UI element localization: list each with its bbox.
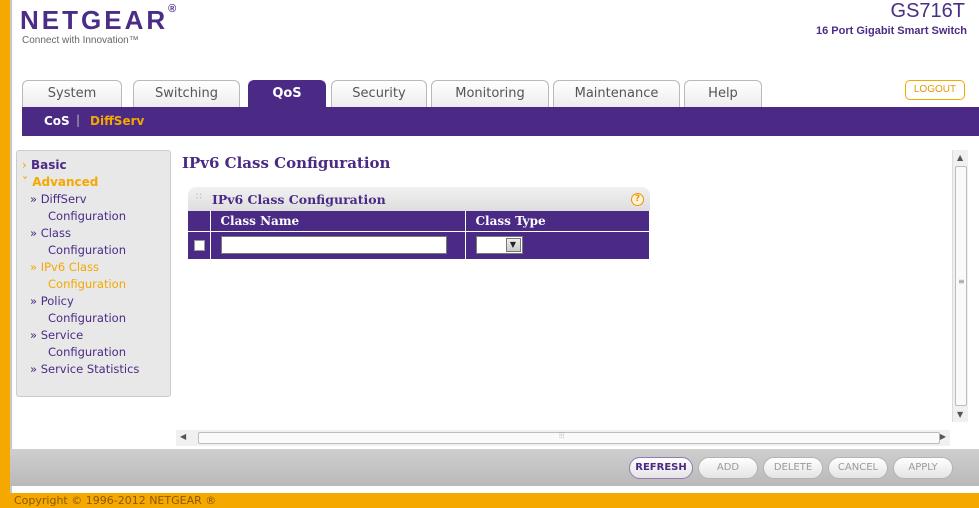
table-row: ▼ (188, 230, 650, 259)
page-title: IPv6 Class Configuration (182, 154, 391, 172)
menu-class-configuration[interactable]: » Class Configuration (22, 225, 170, 259)
horizontal-scrollbar[interactable]: ◀ ⦙⦙⦙ ▶ (176, 430, 950, 446)
help-icon[interactable]: ? (631, 193, 644, 206)
model-name: GS716T (890, 0, 965, 22)
menu-advanced[interactable]: ˅ Advanced (22, 174, 170, 191)
subnav-separator: | (76, 113, 81, 127)
panel-title: IPv6 Class Configuration (212, 192, 386, 207)
scroll-up-icon[interactable]: ▲ (957, 153, 963, 162)
tab-monitoring[interactable]: Monitoring (431, 80, 549, 107)
logout-button[interactable]: LOGOUT (905, 80, 965, 100)
tab-switching[interactable]: Switching (133, 80, 240, 107)
menu-policy-configuration[interactable]: » Policy Configuration (22, 293, 170, 327)
scroll-right-icon[interactable]: ▶ (940, 432, 946, 441)
scroll-down-icon[interactable]: ▼ (957, 410, 963, 419)
class-name-cell (210, 230, 466, 259)
model-description: 16 Port Gigabit Smart Switch (816, 25, 967, 37)
select-cell (188, 230, 211, 259)
table-header-row: Class Name Class Type (188, 211, 650, 231)
tab-qos[interactable]: QoS (248, 80, 326, 108)
vertical-scroll-thumb[interactable]: ≡ (955, 166, 967, 406)
row-checkbox[interactable] (194, 239, 205, 251)
left-menu: › Basic ˅ Advanced » DiffServ Configurati… (16, 150, 171, 397)
drag-handle-icon: ∷ (196, 192, 202, 202)
ipv6-class-panel: ∷ IPv6 Class Configuration ? Class Name … (188, 187, 650, 267)
menu-ipv6-class-configuration[interactable]: » IPv6 Class Configuration (22, 259, 170, 293)
column-header-class-name: Class Name (210, 211, 466, 231)
class-table: Class Name Class Type ▼ (188, 211, 650, 259)
horizontal-scroll-thumb[interactable]: ⦙⦙⦙ (198, 431, 940, 444)
scroll-left-icon[interactable]: ◀ (180, 432, 186, 441)
refresh-button[interactable]: REFRESH (629, 457, 693, 479)
cancel-button[interactable]: CANCEL (828, 457, 888, 479)
tagline: Connect with Innovation™ (22, 35, 139, 46)
class-type-select[interactable]: ▼ (475, 236, 523, 255)
sub-navigation: CoS | DiffServ (22, 107, 979, 136)
class-type-cell: ▼ (465, 230, 650, 259)
menu-service-configuration[interactable]: » Service Configuration (22, 327, 170, 361)
netgear-logo: NETGEAR® (20, 3, 177, 35)
column-header-class-type: Class Type (465, 211, 650, 231)
menu-service-statistics[interactable]: » Service Statistics (22, 361, 170, 378)
tab-help[interactable]: Help (684, 80, 762, 107)
delete-button[interactable]: DELETE (763, 457, 823, 479)
subnav-diffserv[interactable]: DiffServ (90, 114, 144, 128)
add-button[interactable]: ADD (698, 457, 758, 479)
copyright-text: Copyright © 1996-2012 NETGEAR ® (14, 494, 217, 507)
chevron-down-icon[interactable]: ▼ (505, 238, 521, 253)
tab-system[interactable]: System (22, 80, 122, 107)
menu-basic[interactable]: › Basic (22, 157, 170, 174)
select-column-header (188, 211, 211, 231)
menu-diffserv-configuration[interactable]: » DiffServ Configuration (22, 191, 170, 225)
panel-header: ∷ IPv6 Class Configuration ? (188, 187, 650, 211)
grip-icon: ≡ (958, 277, 965, 286)
class-name-input[interactable] (220, 236, 447, 255)
action-bar: REFRESH ADD DELETE CANCEL APPLY (10, 449, 979, 486)
subnav-cos[interactable]: CoS (44, 114, 70, 128)
grip-icon: ⦙⦙⦙ (559, 431, 565, 440)
vertical-scrollbar[interactable]: ▲ ≡ ▼ (952, 150, 968, 422)
apply-button[interactable]: APPLY (893, 457, 953, 479)
tab-security[interactable]: Security (331, 80, 427, 107)
tab-maintenance[interactable]: Maintenance (553, 80, 680, 107)
